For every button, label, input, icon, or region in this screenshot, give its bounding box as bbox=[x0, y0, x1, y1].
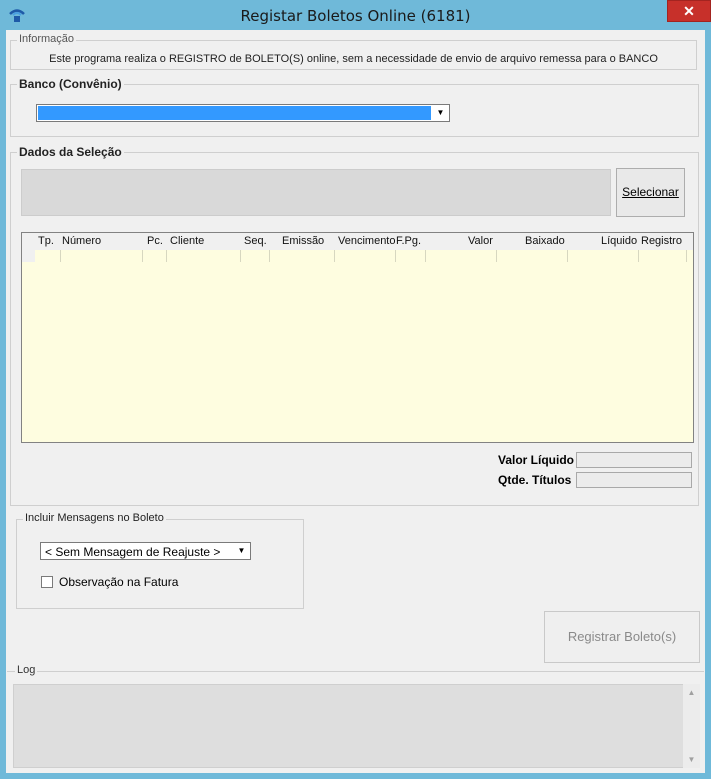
col-pc[interactable]: Pc. bbox=[147, 235, 163, 247]
log-textarea[interactable] bbox=[13, 684, 699, 768]
chevron-down-icon[interactable]: ▼ bbox=[234, 544, 249, 558]
banco-select[interactable]: ▼ bbox=[36, 104, 450, 122]
banco-group-label: Banco (Convênio) bbox=[17, 77, 124, 91]
valor-liquido-field bbox=[576, 452, 692, 468]
log-scrollbar[interactable]: ▲ ▼ bbox=[683, 684, 700, 768]
window-title: Registar Boletos Online (6181) bbox=[240, 7, 471, 25]
log-group: Log ▲ ▼ bbox=[7, 664, 704, 772]
app-window: Registar Boletos Online (6181) ✕ Informa… bbox=[0, 0, 711, 779]
selection-summary-panel bbox=[21, 169, 611, 216]
grid-divider bbox=[395, 250, 396, 262]
scroll-down-icon[interactable]: ▼ bbox=[683, 751, 700, 768]
close-button[interactable]: ✕ bbox=[667, 0, 711, 22]
grid-header: Tp. Número Pc. Cliente Seq. Emissão Venc… bbox=[22, 233, 693, 250]
chevron-down-icon[interactable]: ▼ bbox=[433, 106, 448, 120]
grid-divider bbox=[166, 250, 167, 262]
grid-divider bbox=[496, 250, 497, 262]
col-numero[interactable]: Número bbox=[62, 235, 101, 247]
col-baixado[interactable]: Baixado bbox=[525, 235, 565, 247]
col-emissao[interactable]: Emissão bbox=[282, 235, 324, 247]
col-seq[interactable]: Seq. bbox=[244, 235, 267, 247]
client-area: Informação Este programa realiza o REGIS… bbox=[6, 30, 705, 773]
selecao-group-label: Dados da Seleção bbox=[17, 145, 124, 159]
info-group: Informação Este programa realiza o REGIS… bbox=[10, 33, 697, 70]
registrar-boletos-button[interactable]: Registrar Boleto(s) bbox=[544, 611, 700, 663]
grid-divider bbox=[334, 250, 335, 262]
col-registro[interactable]: Registro bbox=[641, 235, 682, 247]
info-text: Este programa realiza o REGISTRO de BOLE… bbox=[49, 53, 658, 65]
grid-divider bbox=[638, 250, 639, 262]
mensagens-group: Incluir Mensagens no Boleto < Sem Mensag… bbox=[16, 512, 304, 609]
boletos-grid[interactable]: Tp. Número Pc. Cliente Seq. Emissão Venc… bbox=[21, 232, 694, 443]
col-cliente[interactable]: Cliente bbox=[170, 235, 204, 247]
valor-liquido-label: Valor Líquido bbox=[498, 453, 575, 467]
grid-divider bbox=[269, 250, 270, 262]
row-indicator bbox=[22, 250, 35, 262]
grid-divider bbox=[142, 250, 143, 262]
banco-selected-value bbox=[38, 106, 431, 120]
selecionar-button[interactable]: Selecionar bbox=[616, 168, 685, 217]
info-group-label: Informação bbox=[17, 33, 77, 45]
grid-divider bbox=[240, 250, 241, 262]
mensagem-selected-value: < Sem Mensagem de Reajuste > bbox=[45, 545, 221, 559]
col-liquido[interactable]: Líquido bbox=[601, 235, 637, 247]
grid-divider bbox=[686, 250, 687, 262]
observacao-label[interactable]: Observação na Fatura bbox=[59, 575, 178, 589]
grid-divider bbox=[60, 250, 61, 262]
col-fpg[interactable]: F.Pg. bbox=[396, 235, 421, 247]
qtde-titulos-field bbox=[576, 472, 692, 488]
col-tp[interactable]: Tp. bbox=[38, 235, 54, 247]
selecao-group: Dados da Seleção Selecionar Tp. Número P… bbox=[10, 145, 699, 506]
col-valor[interactable]: Valor bbox=[468, 235, 493, 247]
banco-group: Banco (Convênio) ▼ bbox=[10, 77, 699, 137]
col-vencimento[interactable]: Vencimento bbox=[338, 235, 395, 247]
mensagem-select[interactable]: < Sem Mensagem de Reajuste > ▼ bbox=[40, 542, 251, 560]
log-group-label: Log bbox=[15, 664, 38, 676]
scroll-up-icon[interactable]: ▲ bbox=[683, 684, 700, 701]
mensagens-group-label: Incluir Mensagens no Boleto bbox=[23, 512, 166, 524]
grid-divider bbox=[425, 250, 426, 262]
title-bar[interactable]: Registar Boletos Online (6181) ✕ bbox=[0, 0, 711, 30]
observacao-checkbox[interactable] bbox=[41, 576, 53, 588]
grid-divider bbox=[567, 250, 568, 262]
qtde-titulos-label: Qtde. Títulos bbox=[498, 473, 572, 487]
